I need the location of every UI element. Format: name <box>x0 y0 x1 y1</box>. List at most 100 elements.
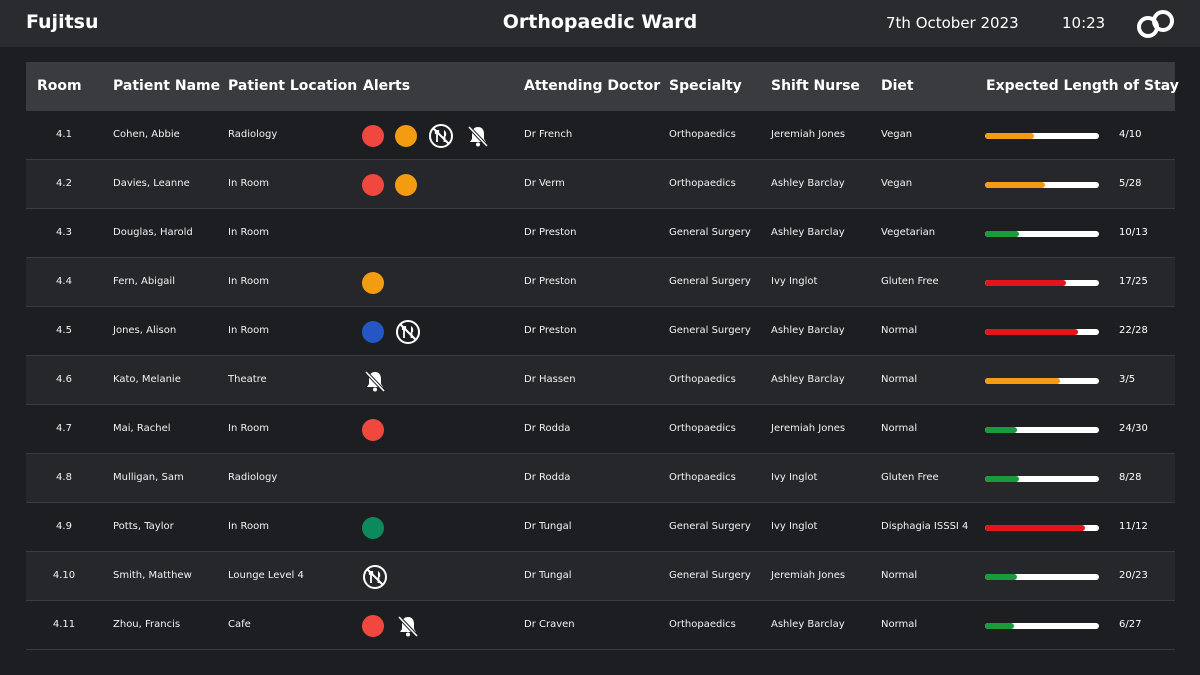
specialty: General Surgery <box>669 570 751 581</box>
green-dot-alert[interactable] <box>362 517 384 539</box>
stay-progress-bar <box>985 133 1099 139</box>
patient-location: Radiology <box>228 129 278 140</box>
column-header-attending-doctor[interactable]: Attending Doctor <box>524 78 660 94</box>
specialty: Orthopaedics <box>669 423 736 434</box>
table-row[interactable]: 4.8 Mulligan, Sam Radiology Dr Rodda Orthopa… <box>26 454 1175 503</box>
orange-dot-alert[interactable] <box>362 272 384 294</box>
page-title: Orthopaedic Ward <box>502 11 698 33</box>
diet: Normal <box>881 325 918 336</box>
patient-location: In Room <box>228 227 269 238</box>
patient-name: Mai, Rachel <box>113 423 171 434</box>
alerts-cell <box>362 369 388 393</box>
attending-doctor: Dr Preston <box>524 227 577 238</box>
red-dot-alert[interactable] <box>362 615 384 637</box>
column-header-room[interactable]: Room <box>37 78 82 94</box>
patient-name: Mulligan, Sam <box>113 472 184 483</box>
room-number: 4.11 <box>52 619 76 630</box>
specialty: Orthopaedics <box>669 178 736 189</box>
stay-progress-fill <box>985 623 1014 629</box>
stay-progress-fill <box>985 476 1020 482</box>
stay-value: 22/28 <box>1119 325 1148 336</box>
patient-name: Davies, Leanne <box>113 178 190 189</box>
diet: Vegan <box>881 129 913 140</box>
time-display: 10:23 <box>1062 14 1106 32</box>
column-header-expected-stay[interactable]: Expected Length of Stay <box>986 78 1179 94</box>
stay-value: 3/5 <box>1119 374 1136 385</box>
room-number: 4.9 <box>56 521 72 532</box>
diet: Gluten Free <box>881 472 939 483</box>
attending-doctor: Dr Tungal <box>524 570 572 581</box>
table-row[interactable]: 4.6 Kato, Melanie Theatre Dr Hassen Orthopae… <box>26 356 1175 405</box>
orange-dot-alert[interactable] <box>395 125 417 147</box>
diet: Gluten Free <box>881 276 939 287</box>
diet: Normal <box>881 423 918 434</box>
stay-progress-fill <box>985 182 1046 188</box>
table-row[interactable]: 4.11 Zhou, Francis Cafe Dr Craven Orthopaedi… <box>26 601 1175 650</box>
attending-doctor: Dr Rodda <box>524 472 571 483</box>
stay-progress-bar <box>985 427 1099 433</box>
patient-table: Room Patient Name Patient Location Alert… <box>26 62 1179 650</box>
specialty: General Surgery <box>669 227 751 238</box>
patient-location: In Room <box>228 276 269 287</box>
alerts-cell <box>362 565 388 589</box>
table-row[interactable]: 4.5 Jones, Alison In Room Dr Preston General… <box>26 307 1175 356</box>
shift-nurse: Jeremiah Jones <box>771 423 846 434</box>
stay-progress-bar <box>985 182 1099 188</box>
room-number: 4.7 <box>56 423 72 434</box>
room-number: 4.3 <box>56 227 72 238</box>
room-number: 4.8 <box>56 472 72 483</box>
stay-progress-fill <box>985 378 1061 384</box>
nil-by-mouth-icon <box>429 124 453 148</box>
stay-progress-fill <box>985 280 1066 286</box>
attending-doctor: Dr Hassen <box>524 374 576 385</box>
table-row[interactable]: 4.9 Potts, Taylor In Room Dr Tungal General … <box>26 503 1175 552</box>
specialty: General Surgery <box>669 325 751 336</box>
column-header-specialty[interactable]: Specialty <box>669 78 742 94</box>
red-dot-alert[interactable] <box>362 174 384 196</box>
room-number: 4.6 <box>56 374 72 385</box>
patient-location: In Room <box>228 423 269 434</box>
stay-value: 20/23 <box>1119 570 1148 581</box>
attending-doctor: Dr Preston <box>524 276 577 287</box>
table-row[interactable]: 4.4 Fern, Abigail In Room Dr Preston General… <box>26 258 1175 307</box>
shift-nurse: Jeremiah Jones <box>771 570 846 581</box>
attending-doctor: Dr Tungal <box>524 521 572 532</box>
stay-value: 10/13 <box>1119 227 1148 238</box>
infinity-logo-icon <box>1137 10 1174 38</box>
patient-location: Radiology <box>228 472 278 483</box>
table-row[interactable]: 4.7 Mai, Rachel In Room Dr Rodda Orthopaedic… <box>26 405 1175 454</box>
table-row[interactable]: 4.2 Davies, Leanne In Room Dr Verm Orthopaed… <box>26 160 1175 209</box>
attending-doctor: Dr Preston <box>524 325 577 336</box>
specialty: Orthopaedics <box>669 374 736 385</box>
room-number: 4.2 <box>56 178 72 189</box>
orange-dot-alert[interactable] <box>395 174 417 196</box>
diet: Normal <box>881 619 918 630</box>
specialty: Orthopaedics <box>669 472 736 483</box>
patient-location: Cafe <box>228 619 251 630</box>
table-row[interactable]: 4.1 Cohen, Abbie Radiology Dr French Orthopa… <box>26 111 1175 160</box>
shift-nurse: Ivy Inglot <box>771 472 818 483</box>
column-header-patient-name[interactable]: Patient Name <box>113 78 220 94</box>
alerts-cell <box>362 124 491 148</box>
stay-value: 4/10 <box>1119 129 1142 140</box>
column-header-alerts[interactable]: Alerts <box>363 78 410 94</box>
patient-location: In Room <box>228 178 269 189</box>
column-header-patient-location[interactable]: Patient Location <box>228 78 357 94</box>
shift-nurse: Ivy Inglot <box>771 521 818 532</box>
shift-nurse: Ashley Barclay <box>771 325 845 336</box>
specialty: Orthopaedics <box>669 619 736 630</box>
table-row[interactable]: 4.3 Douglas, Harold In Room Dr Preston Gener… <box>26 209 1175 258</box>
blue-dot-alert[interactable] <box>362 321 384 343</box>
shift-nurse: Ivy Inglot <box>771 276 818 287</box>
stay-value: 17/25 <box>1119 276 1148 287</box>
patient-name: Zhou, Francis <box>113 619 181 630</box>
column-header-shift-nurse[interactable]: Shift Nurse <box>771 78 860 94</box>
table-row[interactable]: 4.10 Smith, Matthew Lounge Level 4 Dr Tunga… <box>26 552 1175 601</box>
red-dot-alert[interactable] <box>362 419 384 441</box>
column-header-diet[interactable]: Diet <box>881 78 914 94</box>
stay-progress-fill <box>985 329 1079 335</box>
red-dot-alert[interactable] <box>362 125 384 147</box>
stay-progress-bar <box>985 231 1099 237</box>
shift-nurse: Ashley Barclay <box>771 374 845 385</box>
stay-progress-fill <box>985 427 1017 433</box>
